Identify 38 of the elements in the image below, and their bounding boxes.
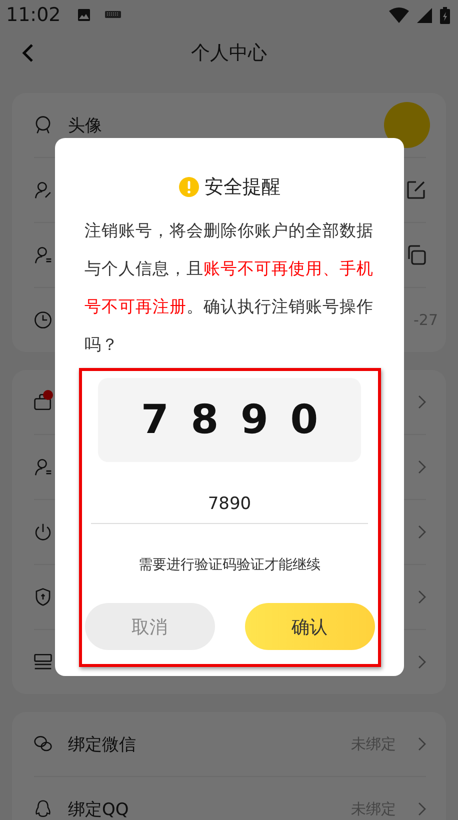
power-icon xyxy=(34,523,52,541)
row-label: 绑定微信 xyxy=(68,734,136,756)
chat-bubbles-icon xyxy=(34,735,52,753)
chevron-icon xyxy=(418,802,426,816)
chevron-icon xyxy=(418,395,426,409)
page-title: 个人中心 xyxy=(191,40,267,66)
keyboard-icon xyxy=(104,10,121,20)
signal-icon xyxy=(417,8,432,22)
confirm-button[interactable]: 确认 xyxy=(244,603,374,650)
chevron-icon xyxy=(418,655,426,669)
chevron-icon xyxy=(418,460,426,474)
status-time: 11:02 xyxy=(6,4,61,26)
wifi-icon xyxy=(389,7,409,23)
shield-icon xyxy=(34,588,52,606)
battery-icon xyxy=(440,6,450,24)
avatar xyxy=(384,102,430,148)
user-edit-icon xyxy=(34,181,52,199)
captcha-image: 7 8 9 0 xyxy=(98,378,361,462)
copy-icon xyxy=(406,245,426,265)
face-icon xyxy=(34,116,52,134)
chevron-icon xyxy=(418,737,426,751)
warning-icon xyxy=(178,177,198,197)
row-label: 绑定QQ xyxy=(68,798,129,820)
clock-icon xyxy=(34,311,52,329)
edit-icon xyxy=(406,180,426,200)
user-list-icon xyxy=(34,246,52,264)
penguin-icon xyxy=(34,800,52,818)
user-list-icon xyxy=(34,458,52,476)
image-icon xyxy=(76,8,91,22)
back-icon[interactable] xyxy=(22,43,34,63)
dialog-title: 安全提醒 xyxy=(204,175,280,200)
verify-hint: 需要进行验证码验证才能继续 xyxy=(138,556,320,574)
bag-icon xyxy=(34,393,52,411)
chevron-icon xyxy=(418,590,426,604)
server-icon xyxy=(34,653,52,671)
dialog-message: 注销账号，将会删除你账户的全部数据与个人信息，且账号不可再使用、手机号不可再注册。确认执行注销账号操作吗？ xyxy=(84,220,374,356)
chevron-icon xyxy=(418,525,426,539)
row-label: 头像 xyxy=(68,114,102,136)
